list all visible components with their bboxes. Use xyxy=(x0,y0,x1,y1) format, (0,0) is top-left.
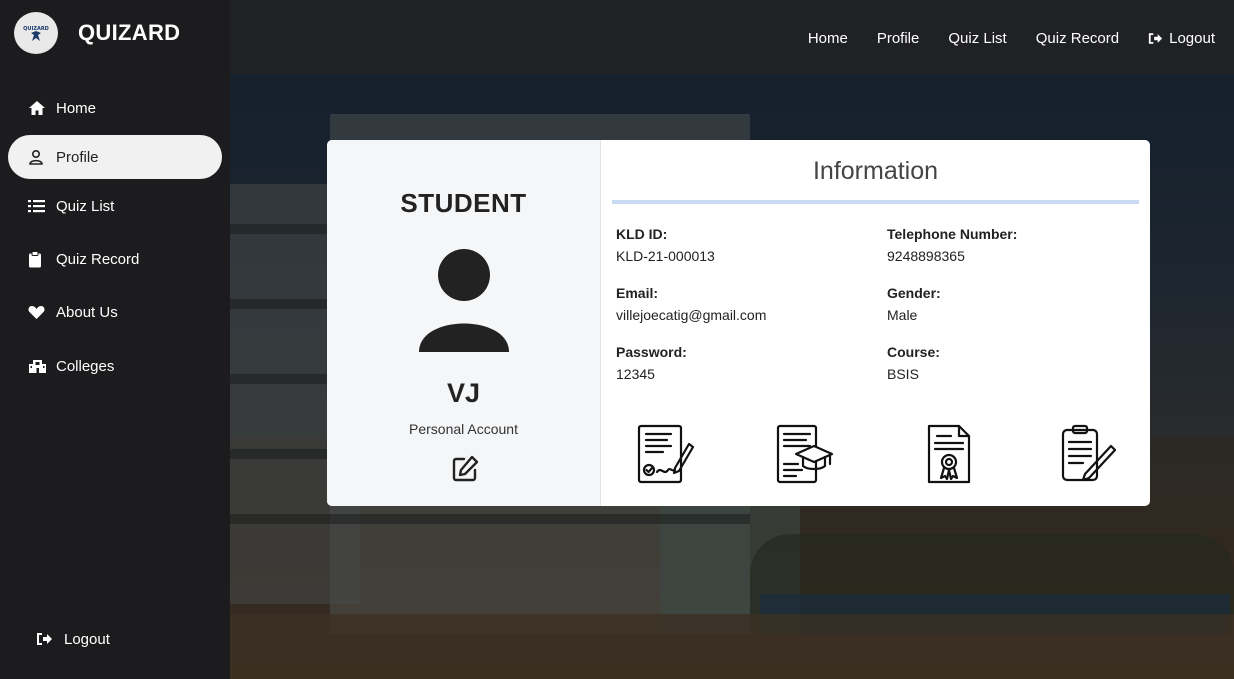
sidebar-item-home[interactable]: Home xyxy=(8,86,222,130)
topnav-quiz-list-link[interactable]: Quiz List xyxy=(948,30,1006,47)
sidebar-item-about-us[interactable]: About Us xyxy=(8,290,222,334)
topnav-home-link[interactable]: Home xyxy=(808,30,848,47)
exam-pen-icon xyxy=(1055,422,1119,486)
sidebar-logout-label: Logout xyxy=(64,630,110,648)
field-password: Password: 12345 xyxy=(616,344,687,382)
field-label: Password: xyxy=(616,344,687,360)
field-value: KLD-21-000013 xyxy=(616,248,715,264)
information-title: Information xyxy=(812,157,939,185)
field-label: Gender: xyxy=(887,285,941,301)
title-divider xyxy=(612,200,1139,204)
sidebar-item-quiz-list[interactable]: Quiz List xyxy=(8,184,222,228)
sidebar-logout-button[interactable]: Logout xyxy=(16,617,216,661)
sidebar-item-label: Colleges xyxy=(56,357,115,375)
sidebar-item-label: Quiz Record xyxy=(56,250,140,268)
profile-summary: STUDENT VJ Personal Account xyxy=(327,140,601,506)
field-value: villejoecatig@gmail.com xyxy=(616,307,767,323)
sidebar-item-profile[interactable]: Profile xyxy=(8,135,222,179)
sidebar-item-quiz-record[interactable]: Quiz Record xyxy=(8,237,222,281)
field-label: Course: xyxy=(887,344,940,360)
brand[interactable]: QUIZARD QUIZARD xyxy=(14,12,180,54)
user-icon xyxy=(28,148,48,166)
list-icon xyxy=(28,197,48,215)
field-gender: Gender: Male xyxy=(887,285,941,323)
topnav-logout-link[interactable]: Logout xyxy=(1148,30,1215,47)
sidebar-item-label: Quiz List xyxy=(56,197,115,215)
sidebar-item-label: Home xyxy=(56,99,97,117)
contract-sign-icon xyxy=(631,422,695,486)
role-heading: STUDENT xyxy=(400,188,527,218)
avatar-icon xyxy=(418,248,510,354)
graduation-document-icon xyxy=(772,422,836,486)
building-icon xyxy=(28,357,48,375)
clipboard-icon xyxy=(28,250,48,268)
field-value: 9248898365 xyxy=(887,248,965,264)
topnav-quiz-record-link[interactable]: Quiz Record xyxy=(1036,30,1119,47)
field-value: BSIS xyxy=(887,366,919,382)
sidebar-item-label: About Us xyxy=(56,303,118,321)
sidebar-item-colleges[interactable]: Colleges xyxy=(8,344,222,388)
heart-icon xyxy=(28,303,48,321)
topnav-profile-link[interactable]: Profile xyxy=(877,30,920,47)
username: VJ xyxy=(446,378,481,408)
logout-icon xyxy=(36,630,56,648)
top-nav: Home Profile Quiz List Quiz Record Logou… xyxy=(779,30,1215,47)
logout-icon xyxy=(1148,32,1163,45)
wizard-logo: QUIZARD xyxy=(14,12,58,54)
field-email: Email: villejoecatig@gmail.com xyxy=(616,285,766,323)
brand-title: QUIZARD xyxy=(78,20,181,45)
field-label: KLD ID: xyxy=(616,226,668,242)
edit-profile-icon[interactable] xyxy=(450,454,480,484)
topnav-logout-label: Logout xyxy=(1169,30,1215,47)
sidebar: QUIZARD QUIZARD Home Profile Quiz List Q… xyxy=(0,0,230,679)
profile-card: STUDENT VJ Personal Account Information … xyxy=(327,140,1150,506)
information-panel: Information KLD ID: KLD-21-000013 Teleph… xyxy=(601,140,1150,506)
field-value: 12345 xyxy=(616,366,655,382)
field-label: Telephone Number: xyxy=(887,226,1018,242)
field-kld-id: KLD ID: KLD-21-000013 xyxy=(616,226,715,264)
field-telephone: Telephone Number: 9248898365 xyxy=(887,226,1017,264)
sidebar-item-label: Profile xyxy=(56,148,99,166)
home-icon xyxy=(28,99,48,117)
field-label: Email: xyxy=(616,285,659,301)
field-value: Male xyxy=(887,307,918,323)
field-course: Course: BSIS xyxy=(887,344,940,382)
certificate-icon xyxy=(917,422,981,486)
top-navbar: Home Profile Quiz List Quiz Record Logou… xyxy=(230,0,1234,74)
account-type: Personal Account xyxy=(409,421,518,437)
